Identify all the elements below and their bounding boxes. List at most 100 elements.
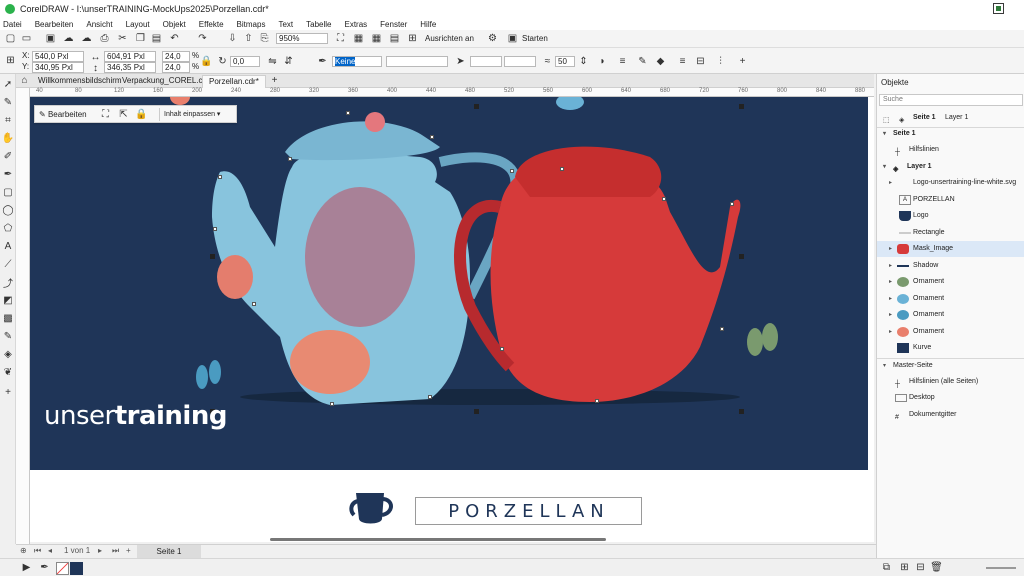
pick-tool-icon[interactable]: ➚ <box>2 78 14 90</box>
selection-handle[interactable] <box>739 104 744 109</box>
start-arrow-select[interactable] <box>470 56 502 67</box>
snap-to-label[interactable]: Ausrichten an <box>425 34 474 43</box>
connector-tool-icon[interactable]: ⤴ <box>2 276 14 290</box>
lock-icon[interactable]: 🔒 <box>135 108 148 121</box>
brand-logo[interactable]: unsertraining <box>44 401 244 441</box>
height-field[interactable]: 346,35 Pxl <box>104 62 156 73</box>
expand-icon[interactable]: ▸ <box>889 307 897 323</box>
first-page-icon[interactable]: ⏮ <box>34 546 41 556</box>
copy-icon[interactable]: ❐ <box>134 32 147 45</box>
tree-item-master-page[interactable]: ▾ Master-Seite <box>877 358 1024 374</box>
path-node[interactable] <box>213 227 217 231</box>
zoom-level-field[interactable]: 950% <box>276 33 328 44</box>
line-style-select[interactable] <box>386 56 448 67</box>
expand-icon[interactable]: ▸ <box>889 258 897 274</box>
path-node[interactable] <box>500 347 504 351</box>
launch-label[interactable]: Starten <box>522 34 548 43</box>
rotation-field[interactable]: 0,0 <box>230 56 260 67</box>
expand-icon[interactable]: ▸ <box>889 324 897 340</box>
redo-icon[interactable]: ↷ <box>196 32 209 45</box>
new-tab-icon[interactable]: + <box>268 74 281 87</box>
tree-item-guides-all[interactable]: ┼ Hilfslinien (alle Seiten) <box>877 374 1024 390</box>
distribute-icon[interactable]: ⊟ <box>694 55 707 68</box>
cloud-download-icon[interactable]: ☁ <box>80 32 93 45</box>
tab-verpackung[interactable]: Verpackung_COREL.cdr <box>116 75 216 88</box>
width-field[interactable]: 604,91 Pxl <box>104 51 156 62</box>
porzellan-text[interactable]: PORZELLAN <box>418 501 640 522</box>
menu-ansicht[interactable]: Ansicht <box>86 20 112 29</box>
path-node[interactable] <box>720 327 724 331</box>
path-node[interactable] <box>595 399 599 403</box>
tree-item-ornament[interactable]: ▸ Ornament <box>877 307 1024 323</box>
path-node[interactable] <box>428 395 432 399</box>
rulers-icon[interactable]: ▤ <box>388 32 401 45</box>
path-node[interactable] <box>330 402 334 406</box>
save-icon[interactable]: ▣ <box>44 32 57 45</box>
paste-icon[interactable]: ▤ <box>150 32 163 45</box>
eyedropper-icon[interactable]: ✎ <box>636 55 649 68</box>
outline-width-field[interactable]: Keine <box>332 56 382 67</box>
pdf-icon[interactable]: ⎘ <box>258 32 271 45</box>
mirror-horizontal-icon[interactable]: ⇋ <box>266 55 279 68</box>
y-position-field[interactable]: 340,95 Pxl <box>32 62 84 73</box>
next-page-icon[interactable]: ▸ <box>98 546 102 555</box>
menu-hilfe[interactable]: Hilfe <box>420 20 436 29</box>
menu-effekte[interactable]: Effekte <box>199 20 224 29</box>
line-end-icon[interactable]: ➤ <box>454 55 467 68</box>
path-node[interactable] <box>730 202 734 206</box>
close-path-icon[interactable]: ◗ <box>596 55 609 68</box>
extract-icon[interactable]: ⇱ <box>117 108 130 121</box>
open-folder-icon[interactable]: ▭ <box>20 32 33 45</box>
ellipse-tool-icon[interactable]: ◯ <box>2 204 14 216</box>
home-icon[interactable]: ⌂ <box>18 74 31 87</box>
fill-color-swatch[interactable] <box>70 562 83 575</box>
fill-indicator-icon[interactable]: ▶ <box>20 561 33 574</box>
full-screen-icon[interactable]: ▦ <box>352 32 365 45</box>
outline-pen-icon[interactable]: ✒ <box>316 55 329 68</box>
polygon-tool-icon[interactable]: ⬠ <box>2 222 14 234</box>
transparency-tool-icon[interactable]: ▩ <box>2 312 14 324</box>
expand-icon[interactable]: ▸ <box>889 291 897 307</box>
selection-handle[interactable] <box>474 409 479 414</box>
launch-icon[interactable]: ▣ <box>506 32 519 45</box>
shape-tool-icon[interactable]: ✎ <box>2 96 14 108</box>
settings-gear-icon[interactable]: ⚙ <box>486 32 499 45</box>
menu-datei[interactable]: Datei <box>3 20 22 29</box>
selection-handle[interactable] <box>739 409 744 414</box>
page-view-icon[interactable]: ⬚ <box>883 113 895 124</box>
path-node[interactable] <box>288 157 292 161</box>
tree-item-ornament[interactable]: ▸ Ornament <box>877 274 1024 290</box>
smart-fill-icon[interactable]: ❦ <box>2 366 14 378</box>
path-node[interactable] <box>252 302 256 306</box>
selection-handle[interactable] <box>210 254 215 259</box>
color-eyedropper-icon[interactable]: ✎ <box>2 330 14 342</box>
menu-tabelle[interactable]: Tabelle <box>306 20 331 29</box>
selection-handle[interactable] <box>474 104 479 109</box>
page-tab[interactable]: Seite 1 <box>137 545 201 558</box>
expand-icon[interactable]: ▸ <box>889 241 897 257</box>
cloud-upload-icon[interactable]: ☁ <box>62 32 75 45</box>
expand-icon[interactable]: ▸ <box>889 274 897 290</box>
dimension-tool-icon[interactable]: ⟋ <box>2 258 14 270</box>
adjust-icon[interactable]: ⫶ <box>714 55 727 68</box>
expand-icon[interactable]: ▸ <box>889 175 897 191</box>
path-node[interactable] <box>510 169 514 173</box>
tree-item-layer-1[interactable]: ▾ ◈ Layer 1 <box>877 159 1024 175</box>
tree-item-seite-1[interactable]: ▾ Seite 1 <box>877 126 1024 142</box>
master-layer-icon[interactable]: ⊟ <box>914 561 927 574</box>
no-fill-swatch[interactable] <box>56 562 69 575</box>
collapse-icon[interactable]: ▾ <box>883 126 891 142</box>
drop-shadow-tool-icon[interactable]: ◩ <box>2 294 14 306</box>
add-icon[interactable]: + <box>736 55 749 68</box>
menu-bearbeiten[interactable]: Bearbeiten <box>35 20 74 29</box>
delete-icon[interactable]: 🗑 <box>930 561 943 574</box>
tree-item-porzellan[interactable]: A PORZELLAN <box>877 192 1024 208</box>
frame-icon[interactable]: ⛶ <box>99 108 112 121</box>
tab-welcome[interactable]: Willkommensbildschirm <box>32 75 128 88</box>
selection-handle[interactable] <box>739 254 744 259</box>
export-icon[interactable]: ⇧ <box>242 32 255 45</box>
zoom-slider[interactable] <box>986 567 1016 569</box>
collapse-icon[interactable]: ▾ <box>883 358 891 374</box>
menu-objekt[interactable]: Objekt <box>163 20 186 29</box>
window-control-button[interactable] <box>993 3 1004 14</box>
